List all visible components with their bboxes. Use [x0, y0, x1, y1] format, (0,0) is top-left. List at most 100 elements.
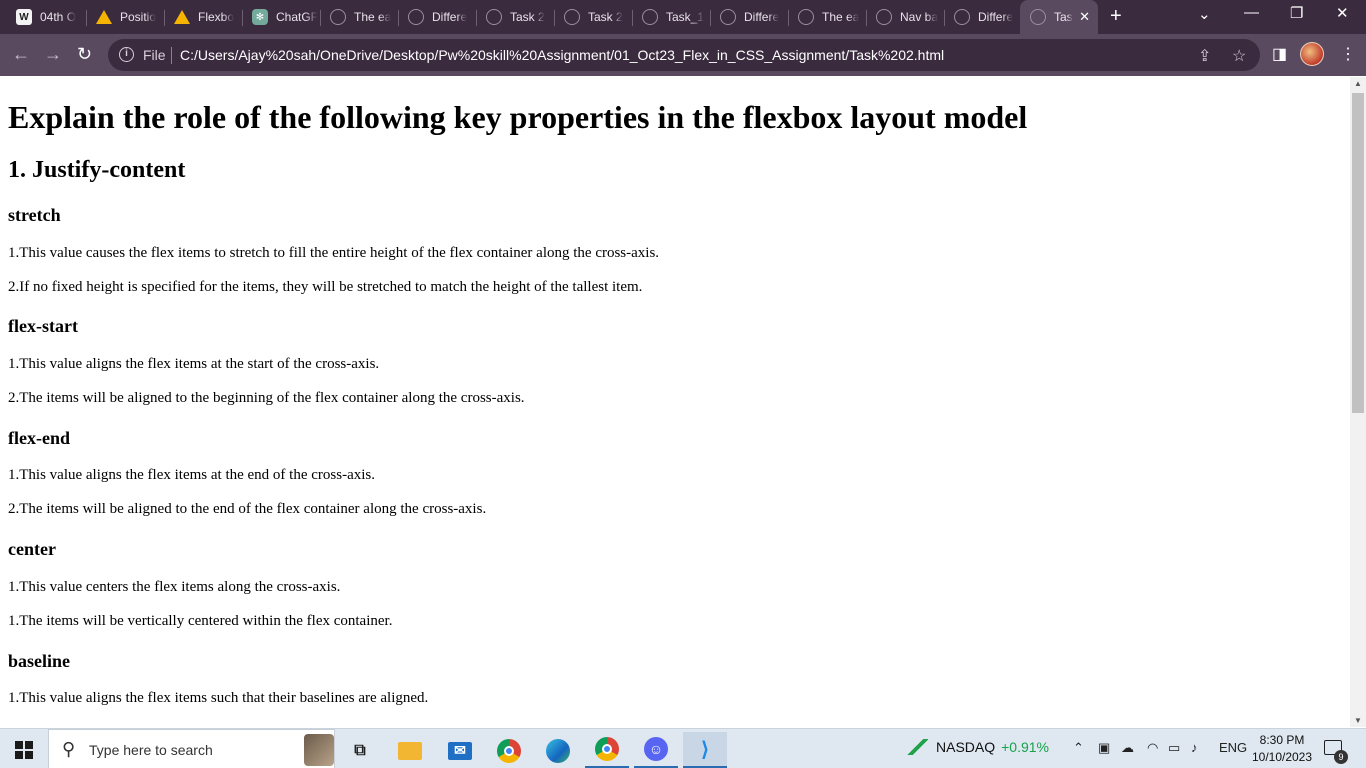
paragraph: 2.The items will be aligned to the begin… — [8, 390, 525, 406]
taskbar-search-box[interactable]: ⚲ Type here to search — [48, 729, 335, 768]
vscode-icon[interactable]: ⟩ — [683, 732, 727, 768]
windows-start-icon[interactable] — [15, 741, 33, 759]
browser-toolbar: ← → ↻ i File C:/Users/Ajay%20sah/OneDriv… — [0, 34, 1366, 76]
file-scheme-label: File — [143, 47, 166, 63]
clock-time: 8:30 PM — [1259, 733, 1305, 747]
heading-flex-end: flex-end — [8, 428, 70, 448]
tab-label: Flexbo — [198, 10, 235, 24]
tab-differe-1[interactable]: Differe — [398, 4, 476, 30]
tab-the-ea-2[interactable]: The ea — [788, 4, 866, 30]
globe-icon — [720, 9, 736, 25]
tab-close-icon[interactable]: ✕ — [1079, 9, 1090, 25]
tab-nav-bar[interactable]: Nav ba — [866, 4, 944, 30]
meet-now-icon[interactable]: ▣ — [1098, 740, 1110, 756]
tab-label: Task_1 — [666, 10, 705, 24]
search-highlight-image — [304, 734, 334, 766]
onedrive-cloud-icon[interactable]: ☁ — [1121, 740, 1134, 756]
globe-icon — [1030, 9, 1046, 25]
tab-label: Task 2 — [510, 10, 545, 24]
google-drive-icon — [96, 10, 112, 24]
paragraph: 1.This value causes the flex items to st… — [8, 245, 660, 261]
battery-icon[interactable]: ▭ — [1168, 740, 1180, 756]
chevron-up-icon[interactable]: ⌃ — [1073, 740, 1084, 756]
tab-label: Differe — [432, 10, 468, 24]
close-window-button[interactable]: ✕ — [1336, 4, 1349, 22]
menu-kebab-icon[interactable]: ⋮ — [1340, 44, 1356, 64]
section-heading: 1. Justify-content — [8, 157, 186, 183]
tab-label: 04th O — [40, 10, 77, 24]
reload-icon[interactable]: ↻ — [77, 43, 92, 65]
notification-count-badge: 9 — [1334, 750, 1348, 764]
page-viewport: Explain the role of the following key pr… — [0, 77, 1350, 727]
restore-button[interactable]: ❐ — [1290, 4, 1303, 22]
paragraph: 1.The items will be vertically centered … — [8, 613, 393, 629]
page-scrollbar[interactable]: ▲ ▼ — [1350, 77, 1366, 727]
tab-label: ChatGF — [276, 10, 319, 24]
task-view-icon[interactable]: ⧉ — [338, 732, 382, 768]
mail-icon[interactable]: ✉ — [438, 732, 482, 768]
system-clock[interactable]: 8:30 PM 10/10/2023 — [1244, 732, 1320, 766]
paragraph: 2.If no fixed height is specified for th… — [8, 279, 643, 295]
address-bar[interactable]: i File C:/Users/Ajay%20sah/OneDrive/Desk… — [108, 39, 1260, 71]
tab-task2-1[interactable]: Task 2 — [476, 4, 554, 30]
chrome-icon[interactable] — [487, 732, 531, 768]
globe-icon — [876, 9, 892, 25]
tab-label: The ea — [822, 10, 860, 24]
search-icon: ⚲ — [62, 739, 76, 759]
globe-icon — [954, 9, 970, 25]
discord-icon[interactable]: ☺ — [634, 732, 678, 768]
share-icon[interactable]: ⇪ — [1198, 46, 1211, 66]
stock-chart-icon — [906, 739, 928, 755]
tab-active-task2[interactable]: Tas ✕ — [1020, 0, 1098, 34]
scroll-thumb[interactable] — [1352, 93, 1364, 413]
scroll-up-arrow-icon[interactable]: ▲ — [1354, 79, 1362, 88]
stock-name: NASDAQ — [936, 739, 996, 755]
tab-position[interactable]: Positio — [86, 4, 164, 30]
paragraph: 1.This value aligns the flex items at th… — [8, 356, 380, 372]
tab-flexbox[interactable]: Flexbo — [164, 4, 242, 30]
globe-icon — [486, 9, 502, 25]
tab-differe-3[interactable]: Differe — [944, 4, 1020, 30]
wifi-icon[interactable]: ◠ — [1147, 740, 1158, 756]
tab-chatgpt[interactable]: ✻ ChatGF — [242, 4, 320, 30]
paragraph: 2.The items will be aligned to the end o… — [8, 501, 487, 517]
page-title: Explain the role of the following key pr… — [8, 99, 1028, 135]
heading-center: center — [8, 539, 56, 559]
tab-the-ea-1[interactable]: The ea — [320, 4, 398, 30]
heading-baseline: baseline — [8, 651, 71, 671]
bookmark-star-icon[interactable]: ☆ — [1232, 46, 1246, 66]
language-indicator[interactable]: ENG — [1219, 740, 1247, 755]
tab-label: The ea — [354, 10, 392, 24]
site-info-icon[interactable]: i — [119, 47, 134, 62]
side-panel-icon[interactable]: ◨ — [1272, 44, 1287, 64]
minimize-button[interactable]: — — [1244, 4, 1259, 21]
volume-icon[interactable]: ♪ — [1191, 740, 1198, 755]
tab-label: Nav ba — [900, 10, 939, 24]
profile-avatar[interactable] — [1300, 42, 1324, 66]
clock-date: 10/10/2023 — [1251, 750, 1313, 764]
scroll-down-arrow-icon[interactable]: ▼ — [1354, 716, 1362, 725]
chrome-profile-icon[interactable] — [585, 732, 629, 768]
heading-flex-start: flex-start — [8, 316, 78, 336]
stock-widget[interactable]: NASDAQ +0.91% — [906, 739, 1049, 755]
paragraph: 1.This value centers the flex items alon… — [8, 579, 341, 595]
paragraph: 1.This value aligns the flex items such … — [8, 690, 429, 706]
back-icon[interactable]: ← — [12, 43, 30, 65]
edge-icon[interactable] — [536, 732, 580, 768]
tab-search-icon[interactable]: ⌄ — [1198, 5, 1211, 23]
windows-taskbar: ⚲ Type here to search ⧉ ✉ ☺ ⟩ NASDAQ +0.9… — [0, 728, 1366, 768]
forward-icon[interactable]: → — [44, 43, 62, 65]
tab-task2-2[interactable]: Task 2 — [554, 4, 632, 30]
tab-task1[interactable]: Task_1 — [632, 4, 710, 30]
new-tab-button[interactable]: + — [1110, 6, 1122, 26]
heading-stretch: stretch — [8, 205, 61, 225]
tab-label: Differe — [978, 10, 1014, 24]
tab-label: Task 2 — [588, 10, 623, 24]
pw-skills-icon: W — [16, 9, 32, 25]
globe-icon — [642, 9, 658, 25]
file-explorer-icon[interactable] — [388, 732, 432, 768]
chatgpt-icon: ✻ — [252, 9, 268, 25]
tab-differe-2[interactable]: Differe — [710, 4, 788, 30]
tab-04th[interactable]: W 04th O — [6, 4, 86, 30]
url-text[interactable]: C:/Users/Ajay%20sah/OneDrive/Desktop/Pw%… — [180, 47, 944, 63]
